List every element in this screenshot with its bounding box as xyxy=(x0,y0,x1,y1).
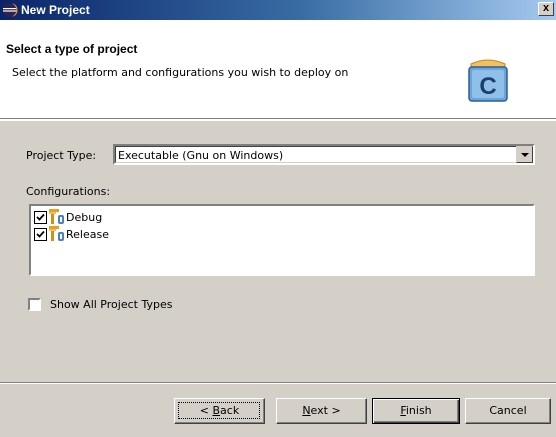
project-type-select[interactable]: Executable (Gnu on Windows) xyxy=(113,144,535,165)
title-bar[interactable]: New Project x xyxy=(0,0,556,20)
project-type-label: Project Type: xyxy=(26,149,97,162)
list-item[interactable]: Release xyxy=(34,225,109,243)
project-type-value: Executable (Gnu on Windows) xyxy=(118,149,284,162)
button-bar: < Back Next > Finish Cancel xyxy=(0,384,556,437)
show-all-checkbox[interactable] xyxy=(28,298,41,311)
window-title: New Project xyxy=(21,3,90,17)
back-button[interactable]: < Back xyxy=(174,398,265,424)
build-config-icon xyxy=(49,209,64,224)
configurations-label: Configurations: xyxy=(26,185,111,198)
cancel-button[interactable]: Cancel xyxy=(465,398,551,424)
wizard-banner: Select a type of project Select the plat… xyxy=(0,20,556,119)
focus-ring xyxy=(178,402,260,419)
wizard-body: Project Type: Executable (Gnu on Windows… xyxy=(0,120,556,382)
dropdown-button[interactable] xyxy=(516,146,533,163)
page-title: Select a type of project xyxy=(6,42,138,56)
divider xyxy=(0,120,556,121)
debug-label: Debug xyxy=(66,210,103,224)
next-button[interactable]: Next > xyxy=(276,398,367,424)
show-all-option[interactable]: Show All Project Types xyxy=(28,298,172,311)
list-item[interactable]: Debug xyxy=(34,208,102,226)
release-label: Release xyxy=(66,227,109,241)
configurations-list[interactable]: Debug Release xyxy=(29,204,535,276)
build-config-icon xyxy=(49,226,64,241)
svg-text:C: C xyxy=(479,73,496,100)
checkmark-icon xyxy=(36,213,45,221)
c-project-icon: C xyxy=(468,59,508,102)
release-checkbox[interactable] xyxy=(34,227,47,241)
eclipse-app-icon xyxy=(3,3,18,17)
page-description: Select the platform and configurations y… xyxy=(12,66,349,79)
debug-checkbox[interactable] xyxy=(34,210,47,224)
show-all-label: Show All Project Types xyxy=(50,298,173,311)
chevron-down-icon xyxy=(521,153,529,157)
checkmark-icon xyxy=(36,230,45,238)
close-button[interactable]: x xyxy=(538,2,554,16)
finish-button[interactable]: Finish xyxy=(372,398,460,424)
